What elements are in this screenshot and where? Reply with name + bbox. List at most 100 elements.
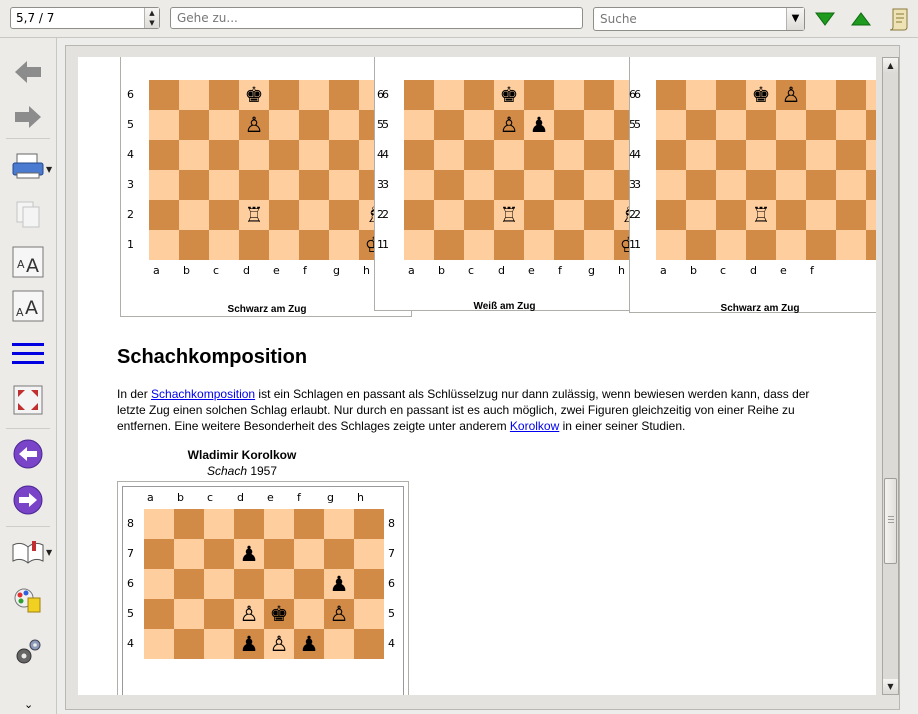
chess-board: ♚66♙♟554433♖♗22♔11abcdefghWeiß am Zug — [374, 57, 644, 312]
prev-result-button[interactable] — [850, 9, 872, 29]
board-square — [179, 230, 209, 260]
board-square — [269, 200, 299, 230]
rank-label: 4 — [127, 148, 147, 161]
board-square — [554, 110, 584, 140]
board-square — [174, 509, 204, 539]
board-square — [866, 80, 876, 110]
green-up-triangle-icon — [851, 12, 871, 26]
board-square — [554, 170, 584, 200]
rank-label: 5 — [634, 118, 654, 131]
scroll-down-icon[interactable]: ▼ — [883, 679, 898, 694]
rank-label-right: 8 — [388, 517, 395, 530]
link-korolkow[interactable]: Korolkow — [510, 419, 559, 433]
increase-font-button[interactable]: AA — [8, 244, 48, 280]
scrollbar-thumb[interactable] — [884, 478, 897, 564]
rank-label: 1 — [634, 238, 654, 251]
vertical-scrollbar[interactable]: ▲ ▼ — [882, 57, 899, 695]
board-square — [836, 200, 866, 230]
board-square — [584, 230, 614, 260]
board-square — [299, 110, 329, 140]
board-square — [434, 200, 464, 230]
print-icon — [12, 153, 44, 179]
board-square — [806, 140, 836, 170]
file-label: c — [468, 264, 475, 277]
bookmarks-button[interactable] — [8, 534, 48, 570]
search-input[interactable]: Suche — [600, 12, 637, 26]
board-square — [269, 80, 299, 110]
board-square — [806, 230, 836, 260]
file-label: e — [273, 264, 280, 277]
file-label: e — [267, 491, 274, 504]
print-button[interactable] — [8, 148, 48, 184]
file-label: g — [588, 264, 595, 277]
rank-label-prev: 5 — [377, 118, 384, 131]
board-square — [179, 200, 209, 230]
search-combobox[interactable]: Suche ▼ — [593, 7, 805, 31]
board-frame: a b c d e f g h 8 8 ♟ 7 7 ♟ 6 6 ♙ ♚ ♙ 5 5 ♟ ♙ ♟ 4 4 — [122, 486, 404, 695]
next-page-button[interactable] — [8, 482, 48, 518]
board-square — [204, 599, 234, 629]
document-page[interactable]: ♚6♙543♖♗2♔1abcdefghSchwarz am Zug♚66♙♟55… — [78, 57, 876, 695]
notes-button[interactable] — [886, 6, 912, 32]
rank-label-prev: 1 — [629, 238, 636, 251]
chess-piece-square: ♚ — [264, 599, 294, 629]
board-square — [836, 140, 866, 170]
bookmarks-dropdown-icon[interactable]: ▼ — [46, 548, 52, 557]
chess-piece-square: ♙ — [239, 110, 269, 140]
board-square — [269, 230, 299, 260]
board-caption: Schwarz am Zug — [720, 303, 800, 314]
rank-label: 5 — [127, 118, 147, 131]
settings-button[interactable] — [8, 634, 48, 670]
board-square — [404, 230, 434, 260]
page-number-spinbox[interactable]: 5,7 / 7 ▲ ▼ — [10, 7, 160, 29]
appearance-button[interactable] — [8, 582, 48, 618]
board-square — [354, 509, 384, 539]
board-square — [299, 140, 329, 170]
board-square — [464, 230, 494, 260]
menu-lines-icon — [12, 343, 44, 364]
more-tools-chevron-icon[interactable]: ⌄ — [24, 698, 33, 711]
board-square — [554, 200, 584, 230]
link-schachkomposition[interactable]: Schachkomposition — [151, 387, 255, 401]
goto-input[interactable]: Gehe zu... — [170, 7, 583, 29]
rank-label-prev: 1 — [377, 238, 384, 251]
board-square — [179, 170, 209, 200]
board-square — [716, 170, 746, 200]
board-square — [144, 629, 174, 659]
spin-up-icon[interactable]: ▲ — [145, 8, 159, 18]
file-label: b — [438, 264, 445, 277]
rank-label: 6 — [382, 88, 402, 101]
board-square — [656, 200, 686, 230]
file-label: b — [183, 264, 190, 277]
rank-label: 3 — [382, 178, 402, 191]
board-square — [149, 170, 179, 200]
next-result-button[interactable] — [814, 9, 836, 29]
board-square — [434, 140, 464, 170]
toolbar: 5,7 / 7 ▲ ▼ Gehe zu... Suche ▼ — [0, 0, 918, 38]
rank-label: 6 — [127, 88, 147, 101]
chess-board: a b c d e f g h 8 8 ♟ 7 7 ♟ 6 6 ♙ ♚ ♙ 5 5 ♟ ♙ ♟ 4 4 — [117, 481, 409, 695]
rank-label: 5 — [127, 607, 134, 620]
chevron-down-icon[interactable]: ▼ — [786, 8, 804, 30]
spin-arrows[interactable]: ▲ ▼ — [144, 8, 159, 28]
contents-button[interactable] — [8, 336, 48, 372]
previous-page-button[interactable] — [8, 436, 48, 472]
file-label: c — [213, 264, 220, 277]
board-square — [404, 80, 434, 110]
spin-down-icon[interactable]: ▼ — [145, 18, 159, 28]
board-square — [524, 140, 554, 170]
composer-name: Wladimir Korolkow — [187, 448, 297, 462]
board-square — [209, 140, 239, 170]
board-square — [239, 140, 269, 170]
study-caption: Wladimir Korolkow Schach 1957 — [117, 447, 367, 479]
forward-button[interactable] — [8, 99, 48, 135]
copy-button[interactable] — [8, 196, 48, 232]
print-dropdown-icon[interactable]: ▼ — [46, 165, 52, 174]
scroll-up-icon[interactable]: ▲ — [883, 58, 898, 73]
board-square — [746, 110, 776, 140]
fullscreen-button[interactable] — [8, 382, 48, 418]
back-button[interactable] — [8, 54, 48, 90]
decrease-font-button[interactable]: AA — [8, 288, 48, 324]
file-label: f — [303, 264, 307, 277]
board-square — [294, 539, 324, 569]
